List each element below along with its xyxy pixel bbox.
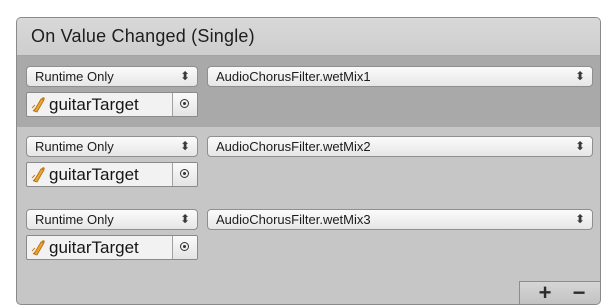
target-object-name: guitarTarget: [49, 165, 139, 184]
add-listener-button[interactable]: +: [530, 281, 560, 305]
function-dropdown[interactable]: AudioChorusFilter.wetMix1 ⬍: [207, 66, 593, 87]
dropdown-arrow-icon: ⬍: [179, 69, 190, 83]
function-label: AudioChorusFilter.wetMix3: [216, 212, 371, 227]
add-remove-toolbar: + −: [519, 281, 600, 305]
object-picker-button[interactable]: [172, 236, 197, 259]
function-label: AudioChorusFilter.wetMix1: [216, 69, 371, 84]
listener-entry[interactable]: Runtime Only ⬍ AudioChorusFilter.wetMix2…: [17, 127, 600, 198]
dropdown-arrow-icon: ⬍: [574, 69, 585, 83]
target-object-field[interactable]: guitarTarget: [26, 235, 198, 260]
object-picker-button[interactable]: [172, 163, 197, 186]
target-object-field[interactable]: guitarTarget: [26, 92, 198, 117]
target-object-name: guitarTarget: [49, 95, 139, 114]
event-footer: + −: [17, 274, 600, 304]
event-title: On Value Changed (Single): [31, 26, 255, 46]
audio-source-icon: [31, 240, 45, 256]
dropdown-arrow-icon: ⬍: [574, 212, 585, 226]
dropdown-arrow-icon: ⬍: [179, 139, 190, 153]
target-object-name: guitarTarget: [49, 238, 139, 257]
object-picker-button[interactable]: [172, 93, 197, 116]
runtime-mode-dropdown[interactable]: Runtime Only ⬍: [26, 209, 198, 230]
runtime-mode-label: Runtime Only: [35, 69, 114, 84]
target-object-field[interactable]: guitarTarget: [26, 162, 198, 187]
function-dropdown[interactable]: AudioChorusFilter.wetMix3 ⬍: [207, 209, 593, 230]
dropdown-arrow-icon: ⬍: [574, 139, 585, 153]
function-label: AudioChorusFilter.wetMix2: [216, 139, 371, 154]
dropdown-arrow-icon: ⬍: [179, 212, 190, 226]
runtime-mode-dropdown[interactable]: Runtime Only ⬍: [26, 66, 198, 87]
event-header: On Value Changed (Single): [17, 18, 600, 56]
audio-source-icon: [31, 97, 45, 113]
listener-entry[interactable]: Runtime Only ⬍ AudioChorusFilter.wetMix1…: [17, 56, 600, 127]
remove-listener-button[interactable]: −: [564, 281, 594, 305]
unity-event-panel: On Value Changed (Single) Runtime Only ⬍…: [16, 17, 601, 305]
runtime-mode-dropdown[interactable]: Runtime Only ⬍: [26, 136, 198, 157]
runtime-mode-label: Runtime Only: [35, 139, 114, 154]
listener-entry[interactable]: Runtime Only ⬍ AudioChorusFilter.wetMix3…: [17, 198, 600, 269]
audio-source-icon: [31, 167, 45, 183]
function-dropdown[interactable]: AudioChorusFilter.wetMix2 ⬍: [207, 136, 593, 157]
runtime-mode-label: Runtime Only: [35, 212, 114, 227]
